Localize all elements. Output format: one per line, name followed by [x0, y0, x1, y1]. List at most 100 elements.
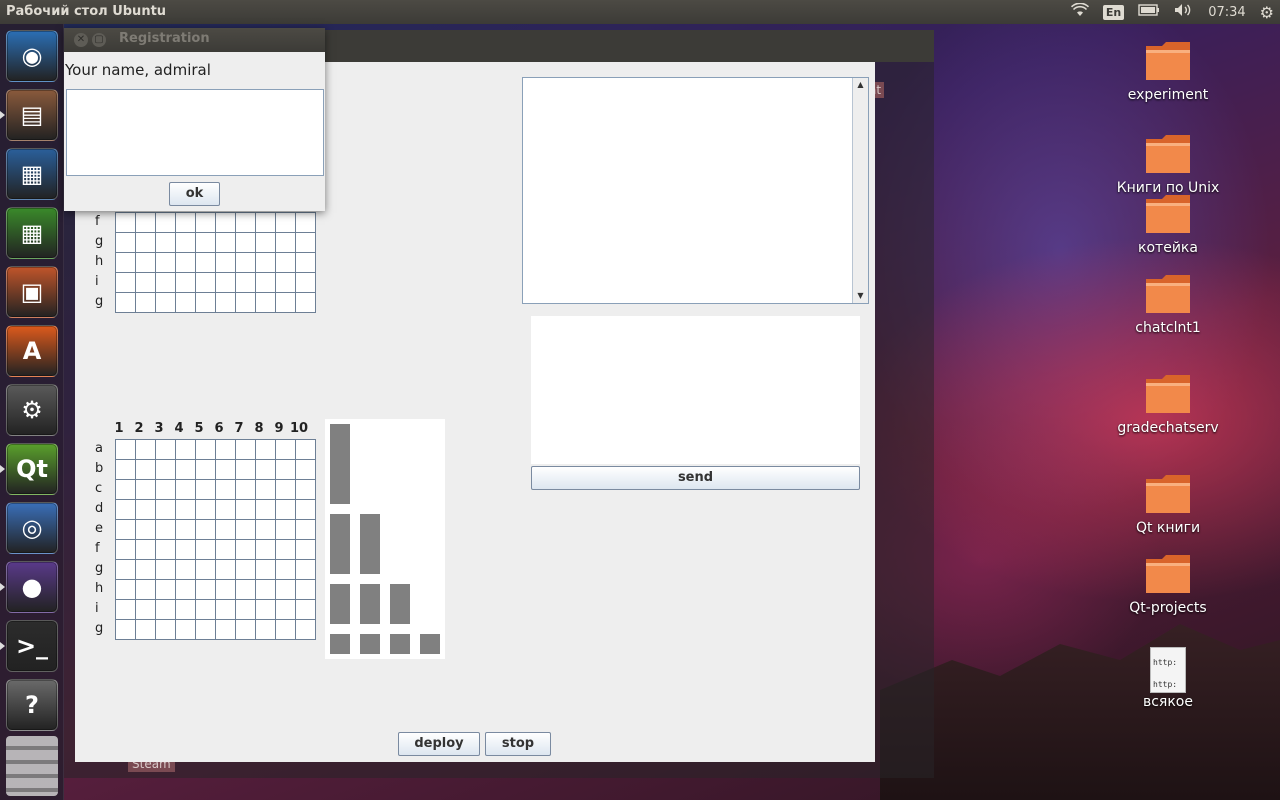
board-cell[interactable] [135, 539, 156, 560]
board-cell[interactable] [155, 459, 176, 480]
board-cell[interactable] [235, 292, 256, 313]
board-cell[interactable] [175, 459, 196, 480]
board-cell[interactable] [155, 599, 176, 620]
ship-2-deck[interactable] [360, 584, 380, 624]
board-cell[interactable] [155, 292, 176, 313]
board-cell[interactable] [275, 519, 296, 540]
software-center-icon[interactable]: A [6, 325, 58, 377]
board-cell[interactable] [115, 619, 136, 640]
board-cell[interactable] [295, 232, 316, 253]
board-cell[interactable] [255, 479, 276, 500]
board-cell[interactable] [135, 599, 156, 620]
chat-scrollbar[interactable]: ▲ ▼ [852, 78, 868, 303]
board-cell[interactable] [275, 499, 296, 520]
board-cell[interactable] [295, 579, 316, 600]
chat-log[interactable]: ▲ ▼ [522, 77, 869, 304]
board-cell[interactable] [275, 559, 296, 580]
board-cell[interactable] [155, 579, 176, 600]
board-cell[interactable] [215, 439, 236, 460]
board-cell[interactable] [235, 539, 256, 560]
board-cell[interactable] [275, 292, 296, 313]
desktop-icon[interactable]: Книги по Unix [1108, 133, 1228, 196]
board-cell[interactable] [155, 272, 176, 293]
board-cell[interactable] [275, 212, 296, 233]
close-icon[interactable]: ✕ [74, 33, 88, 47]
board-cell[interactable] [135, 559, 156, 580]
desktop-icon[interactable]: Qt-projects [1108, 553, 1228, 616]
board-cell[interactable] [135, 519, 156, 540]
board-cell[interactable] [255, 519, 276, 540]
ship-1-deck[interactable] [360, 634, 380, 654]
board-cell[interactable] [195, 619, 216, 640]
board-cell[interactable] [135, 459, 156, 480]
board-cell[interactable] [235, 252, 256, 273]
board-cell[interactable] [295, 559, 316, 580]
board-cell[interactable] [135, 579, 156, 600]
scroll-up-arrow-icon[interactable]: ▲ [853, 78, 868, 92]
board-cell[interactable] [175, 292, 196, 313]
ubuntu-dash-icon[interactable]: ◉ [6, 30, 58, 82]
ship-1-deck[interactable] [390, 634, 410, 654]
stop-button[interactable]: stop [485, 732, 551, 756]
board-cell[interactable] [175, 212, 196, 233]
board-cell[interactable] [215, 479, 236, 500]
wifi-icon[interactable] [1070, 2, 1089, 21]
board-cell[interactable] [175, 619, 196, 640]
help-icon[interactable]: ? [6, 679, 58, 731]
maximize-icon[interactable]: ▢ [92, 33, 106, 47]
libreoffice-calc-icon[interactable]: ▦ [6, 207, 58, 259]
trash-icon[interactable] [6, 736, 58, 796]
board-cell[interactable] [175, 599, 196, 620]
board-cell[interactable] [235, 479, 256, 500]
board-cell[interactable] [215, 519, 236, 540]
board-cell[interactable] [195, 479, 216, 500]
board-cell[interactable] [275, 232, 296, 253]
libreoffice-writer-icon[interactable]: ▦ [6, 148, 58, 200]
desktop-icon[interactable]: experiment [1108, 40, 1228, 103]
board-cell[interactable] [255, 539, 276, 560]
board-cell[interactable] [155, 499, 176, 520]
ok-button[interactable]: ok [169, 182, 220, 206]
board-cell[interactable] [195, 499, 216, 520]
board-cell[interactable] [195, 439, 216, 460]
board-cell[interactable] [255, 252, 276, 273]
board-cell[interactable] [235, 499, 256, 520]
board-cell[interactable] [255, 292, 276, 313]
board-cell[interactable] [195, 272, 216, 293]
board-cell[interactable] [295, 459, 316, 480]
ship-1-deck[interactable] [330, 634, 350, 654]
board-cell[interactable] [115, 212, 136, 233]
board-cell[interactable] [155, 232, 176, 253]
battery-icon[interactable] [1138, 4, 1160, 20]
board-cell[interactable] [155, 619, 176, 640]
board-cell[interactable] [195, 459, 216, 480]
board-cell[interactable] [215, 212, 236, 233]
board-cell[interactable] [275, 579, 296, 600]
board-cell[interactable] [175, 539, 196, 560]
board-cell[interactable] [235, 272, 256, 293]
send-button[interactable]: send [531, 466, 860, 490]
desktop-icon[interactable]: котейка [1108, 193, 1228, 256]
board-cell[interactable] [115, 272, 136, 293]
message-input[interactable] [530, 315, 861, 465]
board-cell[interactable] [295, 292, 316, 313]
board-cell[interactable] [255, 459, 276, 480]
board-cell[interactable] [195, 252, 216, 273]
board-cell[interactable] [235, 212, 256, 233]
eclipse-icon[interactable]: ● [6, 561, 58, 613]
board-cell[interactable] [155, 252, 176, 273]
board-cell[interactable] [155, 539, 176, 560]
clock[interactable]: 07:34 [1208, 5, 1245, 20]
board-cell[interactable] [215, 272, 236, 293]
desktop-icon[interactable]: http: http: всякое [1108, 647, 1228, 710]
board-cell[interactable] [235, 439, 256, 460]
ship-3-deck[interactable] [330, 514, 350, 574]
board-cell[interactable] [175, 579, 196, 600]
board-cell[interactable] [235, 459, 256, 480]
system-settings-icon[interactable]: ⚙ [6, 384, 58, 436]
board-cell[interactable] [195, 519, 216, 540]
board-cell[interactable] [235, 579, 256, 600]
board-cell[interactable] [235, 619, 256, 640]
board-cell[interactable] [115, 252, 136, 273]
board-cell[interactable] [175, 519, 196, 540]
